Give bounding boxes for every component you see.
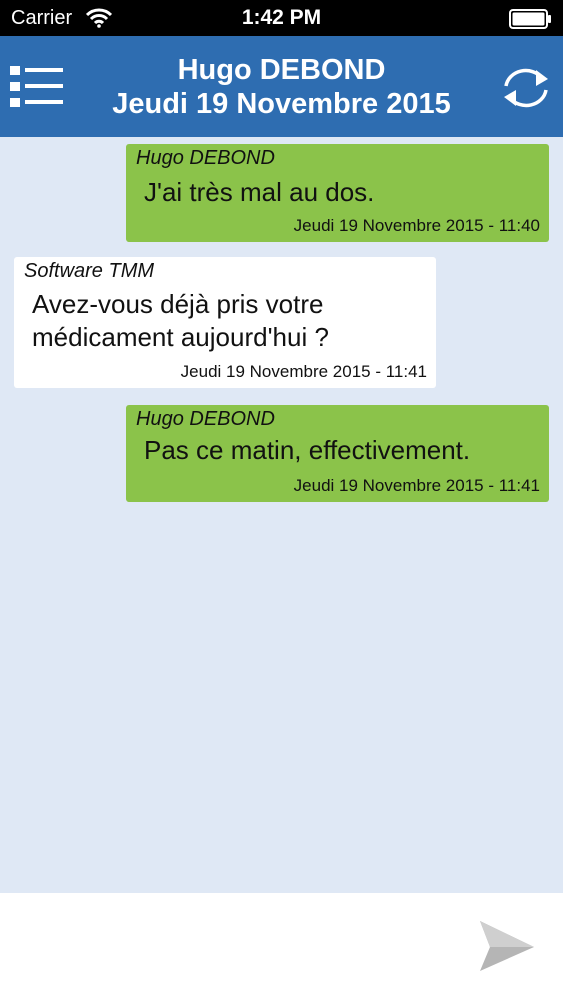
message-author: Hugo DEBOND	[136, 147, 275, 169]
status-bar: Carrier 1:42 PM	[0, 0, 563, 36]
send-icon[interactable]	[476, 919, 536, 973]
message-input[interactable]	[10, 905, 460, 989]
message-text-line: Avez-vous déjà pris votre	[32, 289, 324, 319]
message-bubble-received: Software TMM Avez-vous déjà pris votre m…	[14, 257, 436, 388]
message-timestamp: Jeudi 19 Novembre 2015 - 11:41	[293, 476, 540, 495]
message-list[interactable]: Hugo DEBOND J'ai très mal au dos. Jeudi …	[0, 137, 563, 893]
status-time: 1:42 PM	[241, 6, 322, 29]
message-timestamp: Jeudi 19 Novembre 2015 - 11:41	[180, 362, 427, 381]
message-bubble-sent: Hugo DEBOND J'ai très mal au dos. Jeudi …	[126, 144, 549, 242]
message-author: Software TMM	[24, 260, 155, 282]
message-bubble-sent: Hugo DEBOND Pas ce matin, effectivement.…	[126, 405, 549, 502]
composer-bar	[0, 893, 563, 1000]
message-timestamp: Jeudi 19 Novembre 2015 - 11:40	[293, 216, 540, 235]
battery-icon	[509, 9, 551, 29]
conversation-date: Jeudi 19 Novembre 2015	[112, 88, 451, 120]
message-text: Pas ce matin, effectivement.	[144, 435, 471, 465]
contact-name: Hugo DEBOND	[177, 54, 386, 86]
refresh-icon[interactable]	[498, 64, 554, 112]
list-menu-icon[interactable]	[8, 64, 66, 110]
message-author: Hugo DEBOND	[136, 408, 275, 430]
message-text-line: médicament aujourd'hui ?	[32, 322, 329, 352]
message-text: J'ai très mal au dos.	[144, 177, 375, 207]
header-bar: Hugo DEBOND Jeudi 19 Novembre 2015	[0, 36, 563, 137]
